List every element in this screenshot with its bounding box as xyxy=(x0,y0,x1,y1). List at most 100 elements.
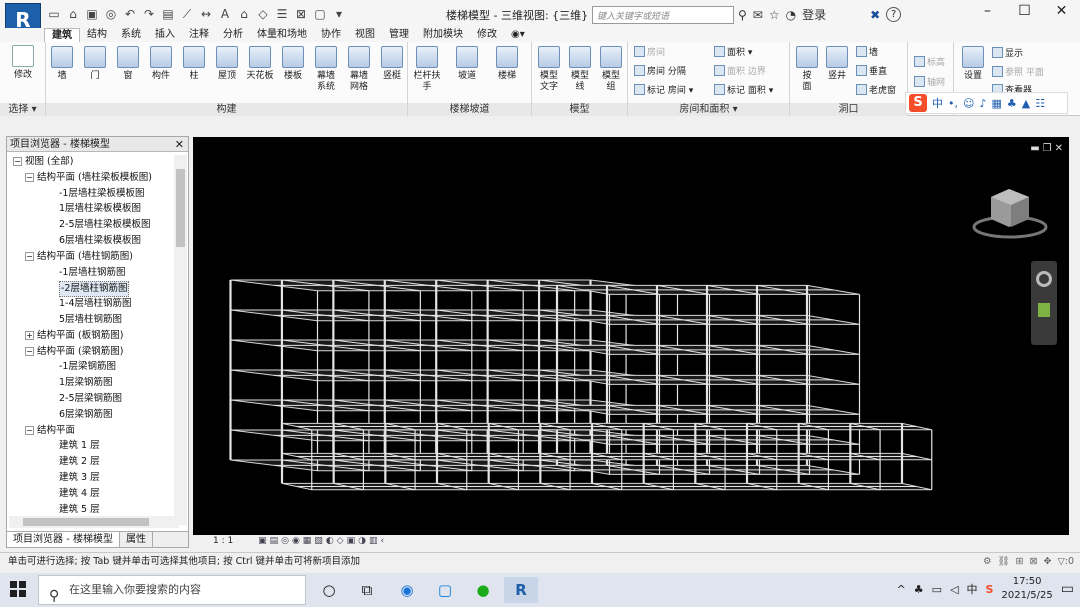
browser-node[interactable]: 6层梁钢筋图 xyxy=(59,408,113,422)
modify-button[interactable]: 修改 xyxy=(8,45,38,81)
tray-ime-lang[interactable]: 中 xyxy=(967,581,978,597)
tab-7[interactable]: 协作 xyxy=(314,28,348,42)
new-icon[interactable]: ▭ xyxy=(46,6,62,22)
tab-5[interactable]: 分析 xyxy=(216,28,250,42)
revit-taskbar-icon[interactable]: R xyxy=(504,577,538,603)
browser-node[interactable]: 建筑 3 层 xyxy=(59,471,100,485)
login-button[interactable]: 登录 xyxy=(802,6,826,23)
tab-1[interactable]: 结构 xyxy=(80,28,114,42)
browser-node[interactable]: 5层墙柱钢筋图 xyxy=(59,313,122,327)
sogou-icon[interactable]: S xyxy=(909,94,927,112)
switch-windows-icon[interactable]: ▢ xyxy=(312,6,328,22)
notification-icon[interactable]: ▭ xyxy=(1061,581,1074,597)
cortana-icon[interactable]: ○ xyxy=(312,577,346,603)
store-icon[interactable]: ▢ xyxy=(428,577,462,603)
tray-chevron-icon[interactable]: ^ xyxy=(897,583,906,596)
browser-close-icon[interactable]: ✕ xyxy=(175,137,184,152)
browser-node[interactable]: -2层墙柱钢筋图 xyxy=(59,281,130,298)
ribbon-button-build-btns-0[interactable]: 墙 xyxy=(47,46,77,82)
grid-button[interactable]: 轴网 xyxy=(914,76,945,89)
edge-icon[interactable]: ◉ xyxy=(390,577,424,603)
drag-elements-icon[interactable]: ✥ xyxy=(1043,553,1051,570)
building-model[interactable] xyxy=(193,137,1069,535)
room-area-item-2[interactable]: 标记 房间 ▾ xyxy=(634,84,693,97)
ribbon-button-build-btns-1[interactable]: 门 xyxy=(80,46,110,82)
taskbar-search-input[interactable]: ⚲ 在这里输入你要搜索的内容 xyxy=(38,575,306,605)
ribbon-button-open-btns-0[interactable]: 按 面 xyxy=(792,46,822,93)
print-icon[interactable]: ▤ xyxy=(160,6,176,22)
task-view-icon[interactable]: ⧉ xyxy=(350,577,384,603)
ribbon-button-build-btns-2[interactable]: 窗 xyxy=(113,46,143,82)
help-icon[interactable]: ? xyxy=(886,7,902,22)
viewport-vertical-scrollbar[interactable] xyxy=(1069,137,1080,535)
browser-horizontal-scrollbar[interactable] xyxy=(9,516,179,528)
browser-node[interactable]: 1层梁钢筋图 xyxy=(59,376,113,390)
redo-icon[interactable]: ↷ xyxy=(141,6,157,22)
opening-item-1[interactable]: 垂直 xyxy=(856,65,887,78)
show-workplane-button[interactable]: 显示 xyxy=(992,47,1023,60)
ime-lang[interactable]: 中 xyxy=(932,95,943,111)
ribbon-button-build-btns-9[interactable]: 幕墙 网格 xyxy=(344,46,374,93)
steering-wheel-icon[interactable] xyxy=(1036,271,1052,287)
minimize-button[interactable]: – xyxy=(969,0,1006,24)
close-button[interactable]: ✕ xyxy=(1043,0,1080,24)
tab-4[interactable]: 注释 xyxy=(182,28,216,42)
save-icon[interactable]: ▣ xyxy=(84,6,100,22)
measure-icon[interactable]: ⟋ xyxy=(179,6,195,22)
tab-project-browser[interactable]: 项目浏览器 - 楼梯模型 xyxy=(7,532,120,547)
user-icon[interactable]: ◔ xyxy=(786,8,796,22)
opening-item-2[interactable]: 老虎窗 xyxy=(856,84,896,97)
section-icon[interactable]: ◇ xyxy=(255,6,271,22)
ribbon-button-model-btns-0[interactable]: 模型 文字 xyxy=(534,46,564,93)
emoji-icon[interactable]: ☺ xyxy=(963,97,974,110)
mic-icon[interactable]: ♪ xyxy=(979,97,986,110)
select-links-icon[interactable]: ⛓ xyxy=(997,553,1009,570)
scroll-thumb[interactable] xyxy=(176,169,185,247)
ribbon-button-model-btns-2[interactable]: 模型 组 xyxy=(596,46,626,93)
browser-node[interactable]: 建筑 4 层 xyxy=(59,487,100,501)
ribbon-options-icon[interactable]: ◉▾ xyxy=(504,28,532,42)
browser-vertical-scrollbar[interactable] xyxy=(174,155,187,525)
browser-node[interactable]: -1层墙柱钢筋图 xyxy=(59,266,125,280)
tray-network-icon[interactable]: ▭ xyxy=(932,583,942,596)
tab-0[interactable]: 建筑 xyxy=(44,28,80,42)
panel-label-room-area[interactable]: 房间和面积 ▾ xyxy=(628,103,789,116)
ribbon-button-build-btns-4[interactable]: 柱 xyxy=(179,46,209,82)
punctuation-icon[interactable]: •, xyxy=(948,97,958,110)
browser-node[interactable]: + 结构平面 (板钢筋图) xyxy=(25,329,123,343)
tray-app-icon[interactable]: ♣ xyxy=(914,583,924,596)
ref-plane-button[interactable]: 参照 平面 xyxy=(992,66,1044,79)
browser-node[interactable]: − 结构平面 (墙柱梁板模板图) xyxy=(25,171,152,185)
tab-8[interactable]: 视图 xyxy=(348,28,382,42)
3d-viewport[interactable]: ▬ ❐ ✕ xyxy=(193,137,1069,535)
browser-node[interactable]: 1-4层墙柱钢筋图 xyxy=(59,297,132,311)
windows-start-icon[interactable] xyxy=(10,581,26,597)
filter-icon[interactable]: ▽:0 xyxy=(1057,553,1074,570)
keyboard-icon[interactable]: ▦ xyxy=(992,97,1002,110)
tab-10[interactable]: 附加模块 xyxy=(416,28,470,42)
sync-icon[interactable]: ◎ xyxy=(103,6,119,22)
browser-node[interactable]: 建筑 2 层 xyxy=(59,455,100,469)
maximize-button[interactable]: ☐ xyxy=(1006,0,1043,24)
room-area-item-3[interactable]: 面积 ▾ xyxy=(714,46,752,59)
ribbon-button-build-btns-10[interactable]: 竖梃 xyxy=(377,46,407,82)
view-restore-icon[interactable]: ❐ xyxy=(1043,143,1052,154)
browser-node[interactable]: 2-5层墙柱梁板模板图 xyxy=(59,218,151,232)
binoculars-icon[interactable]: ⚲ xyxy=(738,8,747,22)
select-pinned-icon[interactable]: ⊞ xyxy=(1016,553,1024,570)
ribbon-button-build-btns-7[interactable]: 楼板 xyxy=(278,46,308,82)
search-input[interactable]: 键入关键字或短语 xyxy=(592,6,734,24)
tab-11[interactable]: 修改 xyxy=(470,28,504,42)
zoom-icon[interactable] xyxy=(1038,303,1050,317)
ribbon-button-stairs-btns-1[interactable]: 坡道 xyxy=(452,46,482,82)
ribbon-button-build-btns-6[interactable]: 天花板 xyxy=(245,46,275,82)
open-icon[interactable]: ⌂ xyxy=(65,6,81,22)
skin-icon[interactable]: ♣ xyxy=(1007,97,1017,110)
ribbon-button-stairs-btns-0[interactable]: 栏杆扶手 xyxy=(412,46,442,93)
tshirt-icon[interactable]: ▲ xyxy=(1022,97,1030,110)
browser-node[interactable]: 建筑 1 层 xyxy=(59,439,100,453)
ribbon-button-model-btns-1[interactable]: 模型 线 xyxy=(565,46,595,93)
view-scale[interactable]: 1 : 1 xyxy=(213,536,233,546)
clock[interactable]: 17:50 2021/5/25 xyxy=(1001,575,1052,603)
room-area-item-4[interactable]: 面积 边界 xyxy=(714,65,766,78)
